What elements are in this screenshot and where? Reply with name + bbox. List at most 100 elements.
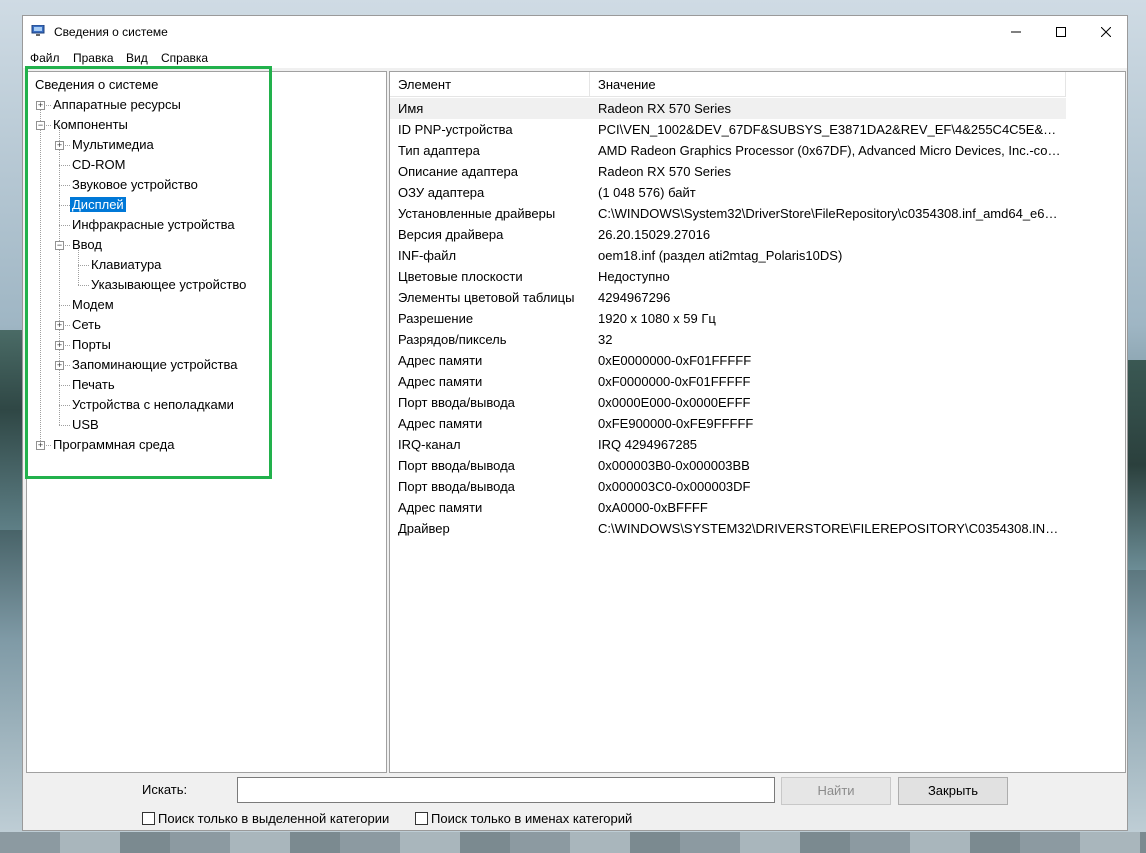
tree-item[interactable]: Печать xyxy=(70,375,117,395)
row-value: 4294967296 xyxy=(598,290,671,305)
row-value: Radeon RX 570 Series xyxy=(598,164,731,179)
tree-connector xyxy=(59,125,60,425)
table-row[interactable]: Адрес памяти 0xFE900000-0xFE9FFFFF xyxy=(390,413,1066,434)
row-key: Цветовые плоскости xyxy=(398,269,523,284)
tree-item[interactable]: Сеть xyxy=(70,315,103,335)
row-key: Драйвер xyxy=(398,521,450,536)
row-value: 0xE0000000-0xF01FFFFF xyxy=(598,353,752,368)
table-row[interactable]: Описание адаптера Radeon RX 570 Series xyxy=(390,161,1066,182)
row-value: Radeon RX 570 Series xyxy=(598,101,731,116)
search-selected-category-checkbox[interactable]: Поиск только в выделенной категории xyxy=(142,811,389,826)
title-bar[interactable]: Сведения о системе xyxy=(23,16,1127,48)
row-key: Элементы цветовой таблицы xyxy=(398,290,575,305)
column-header-value[interactable]: Значение xyxy=(590,72,1066,97)
tree-root[interactable]: Сведения о системе xyxy=(33,75,160,95)
expand-icon[interactable]: + xyxy=(36,101,45,110)
table-row[interactable]: ОЗУ адаптера (1 048 576) байт xyxy=(390,182,1066,203)
table-row[interactable]: Имя Radeon RX 570 Series xyxy=(390,98,1066,119)
tree-item-label: Аппаратные ресурсы xyxy=(53,97,181,112)
maximize-button[interactable] xyxy=(1038,16,1083,47)
expand-icon[interactable]: + xyxy=(55,321,64,330)
row-key: ОЗУ адаптера xyxy=(398,185,485,200)
checkbox-box[interactable] xyxy=(415,812,428,825)
tree-item[interactable]: CD-ROM xyxy=(70,155,127,175)
tree-item[interactable]: Ввод xyxy=(70,235,104,255)
tree-item-label: Мультимедиа xyxy=(72,137,154,152)
tree-item[interactable]: Дисплей xyxy=(70,195,126,215)
table-row[interactable]: Установленные драйверы C:\WINDOWS\System3… xyxy=(390,203,1066,224)
tree-item[interactable]: Программная среда xyxy=(51,435,176,455)
expand-icon[interactable]: + xyxy=(55,361,64,370)
tree-item[interactable]: Указывающее устройство xyxy=(89,275,248,295)
tree-item[interactable]: Модем xyxy=(70,295,116,315)
expand-icon[interactable]: + xyxy=(36,441,45,450)
tree-item[interactable]: Запоминающие устройства xyxy=(70,355,239,375)
table-row[interactable]: Адрес памяти 0xA0000-0xBFFFF xyxy=(390,497,1066,518)
row-value: C:\WINDOWS\System32\DriverStore\FileRepo… xyxy=(598,206,1062,221)
tree-item[interactable]: Звуковое устройство xyxy=(70,175,200,195)
table-row[interactable]: Порт ввода/вывода 0x000003B0-0x000003BB xyxy=(390,455,1066,476)
row-key: Имя xyxy=(398,101,424,116)
tree-connector xyxy=(59,385,70,386)
row-key: Версия драйвера xyxy=(398,227,504,242)
table-row[interactable]: Элементы цветовой таблицы 4294967296 xyxy=(390,287,1066,308)
menu-help[interactable]: Справка xyxy=(161,51,208,65)
table-row[interactable]: Адрес памяти 0xF0000000-0xF01FFFFF xyxy=(390,371,1066,392)
tree-item[interactable]: Мультимедиа xyxy=(70,135,156,155)
tree-item[interactable]: USB xyxy=(70,415,101,435)
tree-connector xyxy=(59,205,70,206)
close-window-button[interactable] xyxy=(1083,16,1128,47)
menu-view[interactable]: Вид xyxy=(126,51,148,65)
tree-item-label: Запоминающие устройства xyxy=(72,357,238,372)
expand-icon[interactable]: + xyxy=(55,141,64,150)
table-row[interactable]: Разрешение 1920 x 1080 x 59 Гц xyxy=(390,308,1066,329)
menu-edit[interactable]: Правка xyxy=(73,51,114,65)
table-row[interactable]: Адрес памяти 0xE0000000-0xF01FFFFF xyxy=(390,350,1066,371)
tree-item-label: CD-ROM xyxy=(72,157,126,172)
checkbox-box[interactable] xyxy=(142,812,155,825)
row-key: Установленные драйверы xyxy=(398,206,556,221)
table-row[interactable]: ID PNP-устройства PCI\VEN_1002&DEV_67DF&S… xyxy=(390,119,1066,140)
tree-item[interactable]: Порты xyxy=(70,335,113,355)
tree-item-label: Программная среда xyxy=(53,437,175,452)
menu-file[interactable]: Файл xyxy=(30,51,60,65)
collapse-icon[interactable]: − xyxy=(55,241,64,250)
table-row[interactable]: INF-файл oem18.inf (раздел ati2mtag_Polar… xyxy=(390,245,1066,266)
window-title: Сведения о системе xyxy=(54,25,168,39)
minimize-icon xyxy=(1010,31,1021,32)
table-row[interactable]: Версия драйвера 26.20.15029.27016 xyxy=(390,224,1066,245)
find-button[interactable]: Найти xyxy=(781,777,891,805)
row-value: 26.20.15029.27016 xyxy=(598,227,711,242)
minimize-button[interactable] xyxy=(993,16,1038,47)
tree-item[interactable]: Устройства с неполадками xyxy=(70,395,236,415)
table-row[interactable]: Разрядов/пиксель 32 xyxy=(390,329,1066,350)
table-row[interactable]: Тип адаптера AMD Radeon Graphics Processo… xyxy=(390,140,1066,161)
category-tree[interactable]: Сведения о системе Аппаратные ресурсы + Ко… xyxy=(26,71,387,773)
row-key: Адрес памяти xyxy=(398,500,483,515)
tree-item[interactable]: Аппаратные ресурсы xyxy=(51,95,183,115)
row-value: PCI\VEN_1002&DEV_67DF&SUBSYS_E3871DA2&RE… xyxy=(598,122,1062,137)
close-button[interactable]: Закрыть xyxy=(898,777,1008,805)
row-value: IRQ 4294967285 xyxy=(598,437,698,452)
row-key: Адрес памяти xyxy=(398,353,483,368)
expand-icon[interactable]: + xyxy=(55,341,64,350)
tree-item[interactable]: Компоненты xyxy=(51,115,130,135)
table-row[interactable]: IRQ-канал IRQ 4294967285 xyxy=(390,434,1066,455)
table-row[interactable]: Цветовые плоскости Недоступно xyxy=(390,266,1066,287)
row-key: Адрес памяти xyxy=(398,416,483,431)
column-header-element-label: Элемент xyxy=(398,77,452,92)
column-header-element[interactable]: Элемент xyxy=(390,72,590,97)
tree-item[interactable]: Клавиатура xyxy=(89,255,163,275)
maximize-icon xyxy=(1055,26,1066,37)
collapse-icon[interactable]: − xyxy=(36,121,45,130)
row-value: Недоступно xyxy=(598,269,670,284)
table-row[interactable]: Порт ввода/вывода 0x000003C0-0x000003DF xyxy=(390,476,1066,497)
row-value: AMD Radeon Graphics Processor (0x67DF), … xyxy=(598,143,1062,158)
search-category-names-checkbox[interactable]: Поиск только в именах категорий xyxy=(415,811,632,826)
search-input[interactable] xyxy=(237,777,775,803)
table-row[interactable]: Драйвер C:\WINDOWS\SYSTEM32\DRIVERSTORE\F… xyxy=(390,518,1066,539)
tree-connector xyxy=(59,165,70,166)
tree-item[interactable]: Инфракрасные устройства xyxy=(70,215,237,235)
tree-item-label: Указывающее устройство xyxy=(91,277,247,292)
table-row[interactable]: Порт ввода/вывода 0x0000E000-0x0000EFFF xyxy=(390,392,1066,413)
